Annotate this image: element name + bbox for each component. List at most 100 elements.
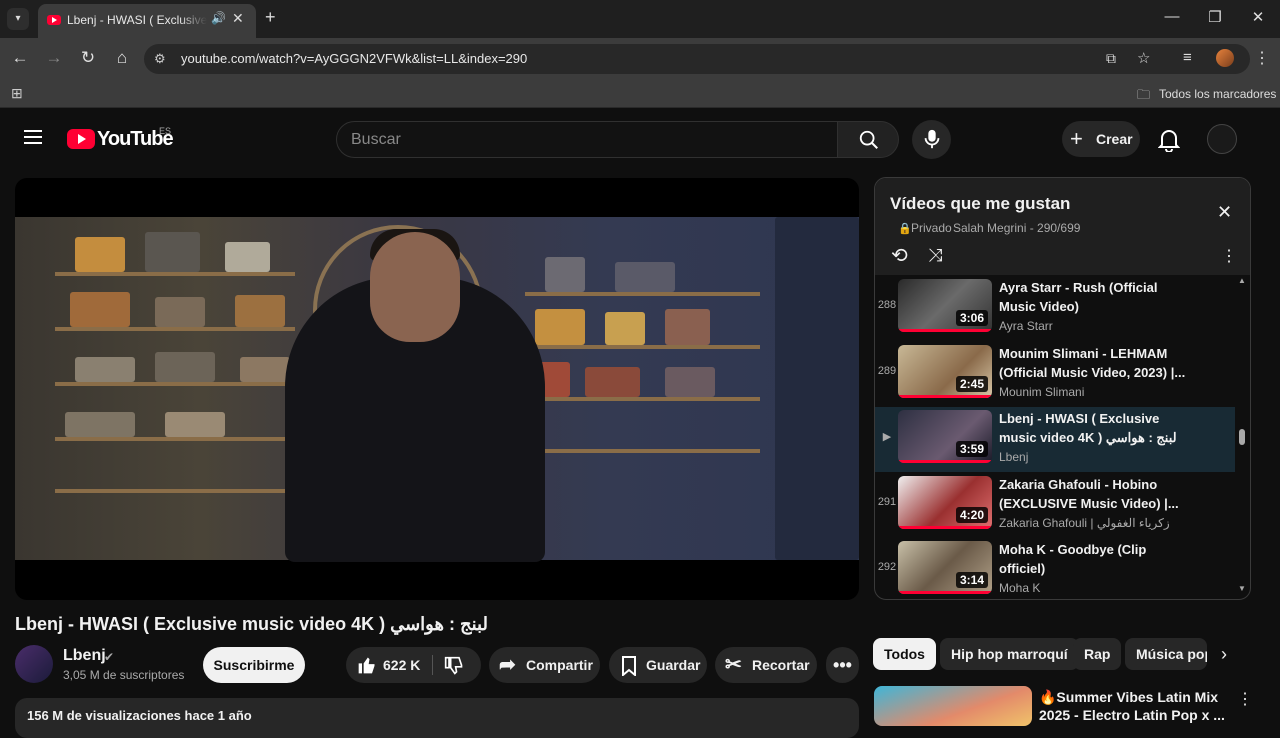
minimize-icon[interactable]: — (1157, 8, 1187, 25)
browser-tab-active[interactable]: Lbenj - HWASI ( Exclusive m 🔊 ✕ (38, 4, 256, 38)
all-bookmarks-link[interactable]: Todos los marcadores (1159, 87, 1276, 101)
window-close-icon[interactable]: ✕ (1243, 8, 1273, 26)
playlist-item-index: 288 (877, 299, 897, 311)
playlist-panel: Vídeos que me gustan 🔒 Privado Salah Meg… (874, 177, 1251, 600)
watched-progress-bar (898, 394, 992, 398)
loop-icon[interactable]: ⟲ (891, 243, 908, 268)
playlist-menu-icon[interactable]: ⋮ (1221, 246, 1237, 266)
recommendation-menu-icon[interactable]: ⋮ (1237, 689, 1253, 709)
search-placeholder: Buscar (351, 131, 401, 148)
watched-progress-bar (898, 329, 992, 332)
playlist-item-thumbnail[interactable]: 3:59 (898, 410, 992, 463)
new-tab-button[interactable]: + (265, 7, 276, 28)
chrome-menu-icon[interactable]: ⋮ (1254, 48, 1270, 68)
playlist-item-channel: Moha K (999, 581, 1041, 595)
voice-search-button[interactable] (912, 120, 951, 159)
site-info-icon[interactable]: ⚙ (154, 51, 166, 67)
duration-badge: 4:20 (955, 506, 988, 523)
like-count[interactable]: 622 K (383, 647, 420, 683)
filter-chip[interactable]: Todos (873, 638, 936, 670)
save-button[interactable]: Guardar (609, 647, 707, 683)
playlist-item-thumbnail[interactable]: 2:45 (898, 344, 992, 398)
search-input[interactable]: Buscar (336, 121, 838, 158)
close-tab-icon[interactable]: ✕ (232, 10, 244, 27)
install-app-icon[interactable]: ⧉ (1106, 50, 1116, 67)
like-icon[interactable] (357, 655, 377, 675)
speaker-icon[interactable]: 🔊 (211, 11, 226, 25)
filter-chip[interactable]: Hip hop marroquí (940, 638, 1079, 670)
playlist-item[interactable]: 292 3:14 Moha K - Goodbye (Clip officiel) M… (875, 538, 1235, 599)
playlist-item[interactable]: ▶ 3:59 Lbenj - HWASI ( Exclusive music vid… (875, 407, 1235, 472)
reload-icon[interactable]: ↻ (77, 48, 99, 68)
filter-chip[interactable]: Rap (1073, 638, 1122, 670)
playlist-item-thumbnail[interactable]: 3:14 (898, 541, 992, 594)
chevron-right-icon[interactable]: › (1221, 644, 1227, 665)
browser-tab-strip: ▾ Lbenj - HWASI ( Exclusive m 🔊 ✕ + — ❐ … (0, 0, 1280, 38)
profile-avatar-icon[interactable] (1216, 49, 1234, 67)
hamburger-menu-icon[interactable] (24, 130, 42, 148)
tab-search-button[interactable]: ▾ (7, 8, 29, 30)
playlist-owner-count[interactable]: Salah Megrini - 290/699 (953, 221, 1080, 235)
home-icon[interactable]: ⌂ (111, 48, 133, 68)
subscribe-button[interactable]: Suscribirme (203, 647, 305, 683)
notifications-bell-icon[interactable] (1158, 128, 1180, 152)
playlist-item-channel: Zakaria Ghafouli | زكرياء الغفولي (999, 515, 1170, 530)
folder-icon: 🗀 (1137, 87, 1151, 102)
account-avatar[interactable] (1207, 124, 1237, 154)
microphone-icon (924, 129, 940, 149)
channel-avatar[interactable] (15, 645, 53, 683)
bookmark-star-icon[interactable]: ☆ (1137, 49, 1150, 67)
playlist-scrollbar[interactable]: ▲ ▼ (1238, 276, 1246, 596)
share-arrow-icon: ➦ (499, 654, 516, 676)
subscriber-count: 3,05 M de suscriptores (63, 668, 185, 682)
watched-progress-bar (898, 460, 992, 463)
url-text[interactable]: youtube.com/watch?v=AyGGGN2VFWk&list=LL&… (181, 51, 527, 66)
playlist-item-title[interactable]: Mounim Slimani - LEHMAM (Official Music … (999, 344, 1189, 382)
plus-icon: + (1070, 126, 1083, 151)
recommendation-title[interactable]: 🔥Summer Vibes Latin Mix 2025 - Electro L… (1039, 688, 1229, 724)
playlist-item[interactable]: 288 3:06 Ayra Starr - Rush (Official Music… (875, 276, 1235, 341)
apps-grid-icon[interactable]: ⊞ (11, 85, 23, 102)
dislike-icon[interactable] (444, 656, 464, 676)
video-title: Lbenj - HWASI ( Exclusive music video 4K… (15, 614, 488, 634)
video-player[interactable] (15, 178, 859, 600)
search-button[interactable] (837, 121, 899, 158)
clip-label: Recortar (752, 657, 810, 673)
youtube-favicon-icon (47, 15, 61, 25)
create-button[interactable]: + Crear (1062, 121, 1140, 157)
recommendation-thumbnail[interactable] (874, 686, 1032, 726)
playlist-item[interactable]: 291 4:20 Zakaria Ghafouli - Hobino (EXCLUS… (875, 473, 1235, 538)
playlist-item-thumbnail[interactable]: 4:20 (898, 475, 992, 529)
playlist-item-index: 289 (877, 364, 897, 377)
video-frame (15, 217, 859, 562)
youtube-logo-icon[interactable] (67, 129, 95, 149)
share-button[interactable]: ➦ Compartir (489, 647, 600, 683)
back-icon[interactable]: ← (9, 48, 31, 68)
create-label: Crear (1096, 131, 1133, 147)
channel-name[interactable]: Lbenj (63, 647, 106, 665)
playlist-item[interactable]: 289 2:45 Mounim Slimani - LEHMAM (Official… (875, 342, 1235, 407)
more-actions-icon[interactable]: ••• (826, 647, 859, 683)
playlist-item-title[interactable]: Zakaria Ghafouli - Hobino (EXCLUSIVE Mus… (999, 475, 1189, 513)
shuffle-icon[interactable]: ⤨ (928, 245, 942, 266)
clip-button[interactable]: ✂ Recortar (715, 647, 817, 683)
tab-title: Lbenj - HWASI ( Exclusive m (67, 13, 207, 27)
duration-badge: 3:06 (955, 310, 988, 326)
forward-icon[interactable]: → (43, 48, 65, 68)
playlist-item-thumbnail[interactable]: 3:06 (898, 279, 992, 332)
playlist-item-index: 291 (877, 495, 897, 508)
maximize-icon[interactable]: ❐ (1200, 8, 1230, 26)
playlist-item-title[interactable]: Lbenj - HWASI ( Exclusive music video 4K… (999, 409, 1189, 447)
playlist-item-title[interactable]: Ayra Starr - Rush (Official Music Video) (999, 278, 1189, 316)
browser-toolbar: ← → ↻ ⌂ ⚙ youtube.com/watch?v=AyGGGN2VFW… (0, 38, 1280, 80)
search-icon (859, 130, 878, 149)
playlist-title[interactable]: Vídeos que me gustan (890, 194, 1070, 214)
playlist-item-channel: Lbenj (999, 450, 1029, 464)
media-controls-icon[interactable]: ≡ (1183, 49, 1192, 66)
share-label: Compartir (526, 657, 593, 673)
close-playlist-icon[interactable]: ✕ (1217, 202, 1232, 223)
playlist-item-title[interactable]: Moha K - Goodbye (Clip officiel) (999, 540, 1189, 578)
description-box[interactable]: 156 M de visualizaciones hace 1 año (15, 698, 859, 738)
address-bar[interactable]: ⚙ youtube.com/watch?v=AyGGGN2VFWk&list=L… (144, 44, 1250, 74)
filter-chip[interactable]: Música pop (1125, 638, 1207, 670)
